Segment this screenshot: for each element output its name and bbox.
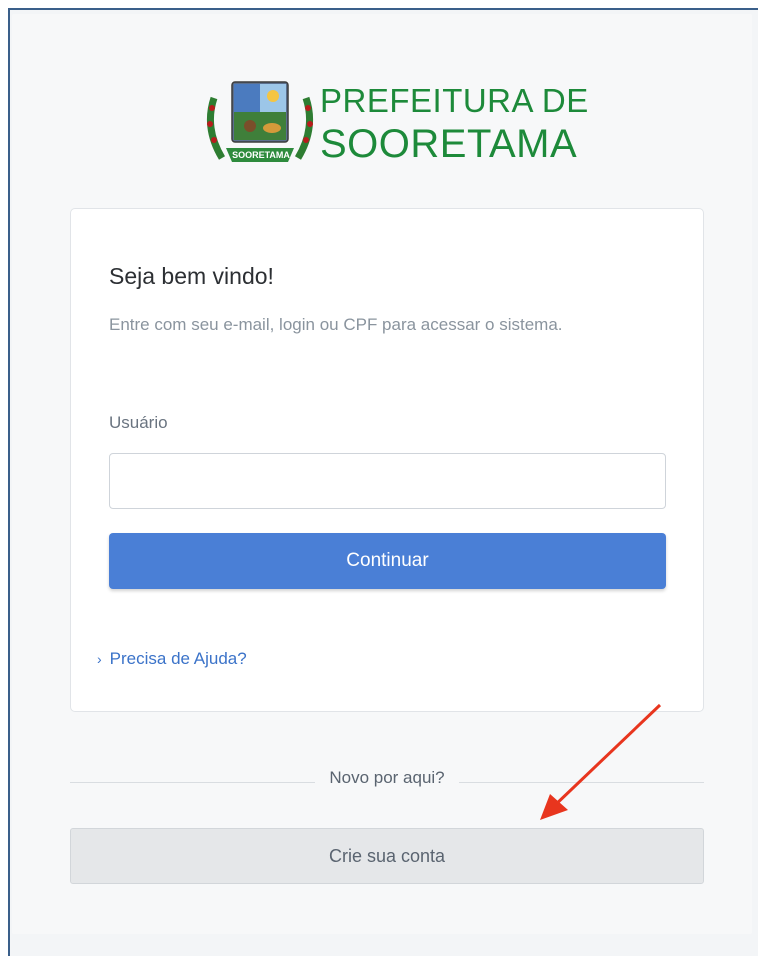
logo[interactable]: SOORETAMA PREFEITURA DE SOORETAMA [200, 78, 588, 170]
emblem-ribbon-text: SOORETAMA [232, 150, 290, 160]
annotation-arrow-icon [540, 703, 662, 820]
login-card: Seja bem vindo! Entre com seu e-mail, lo… [70, 208, 704, 712]
create-account-button[interactable]: Crie sua conta [70, 828, 704, 884]
username-input[interactable] [109, 453, 666, 509]
help-link-label: Precisa de Ajuda? [109, 649, 247, 668]
new-user-text: Novo por aqui? [315, 768, 459, 787]
logo-text-city: SOORETAMA [320, 122, 578, 166]
login-instructions: Entre com seu e-mail, login ou CPF para … [109, 315, 563, 334]
username-label: Usuário [109, 413, 168, 432]
continue-button[interactable]: Continuar [109, 533, 666, 589]
help-link[interactable]: › Precisa de Ajuda? [97, 649, 247, 669]
chevron-right-icon: › [97, 651, 102, 667]
logo-text-prefeitura: PREFEITURA DE [320, 82, 589, 119]
welcome-title: Seja bem vindo! [109, 263, 274, 289]
